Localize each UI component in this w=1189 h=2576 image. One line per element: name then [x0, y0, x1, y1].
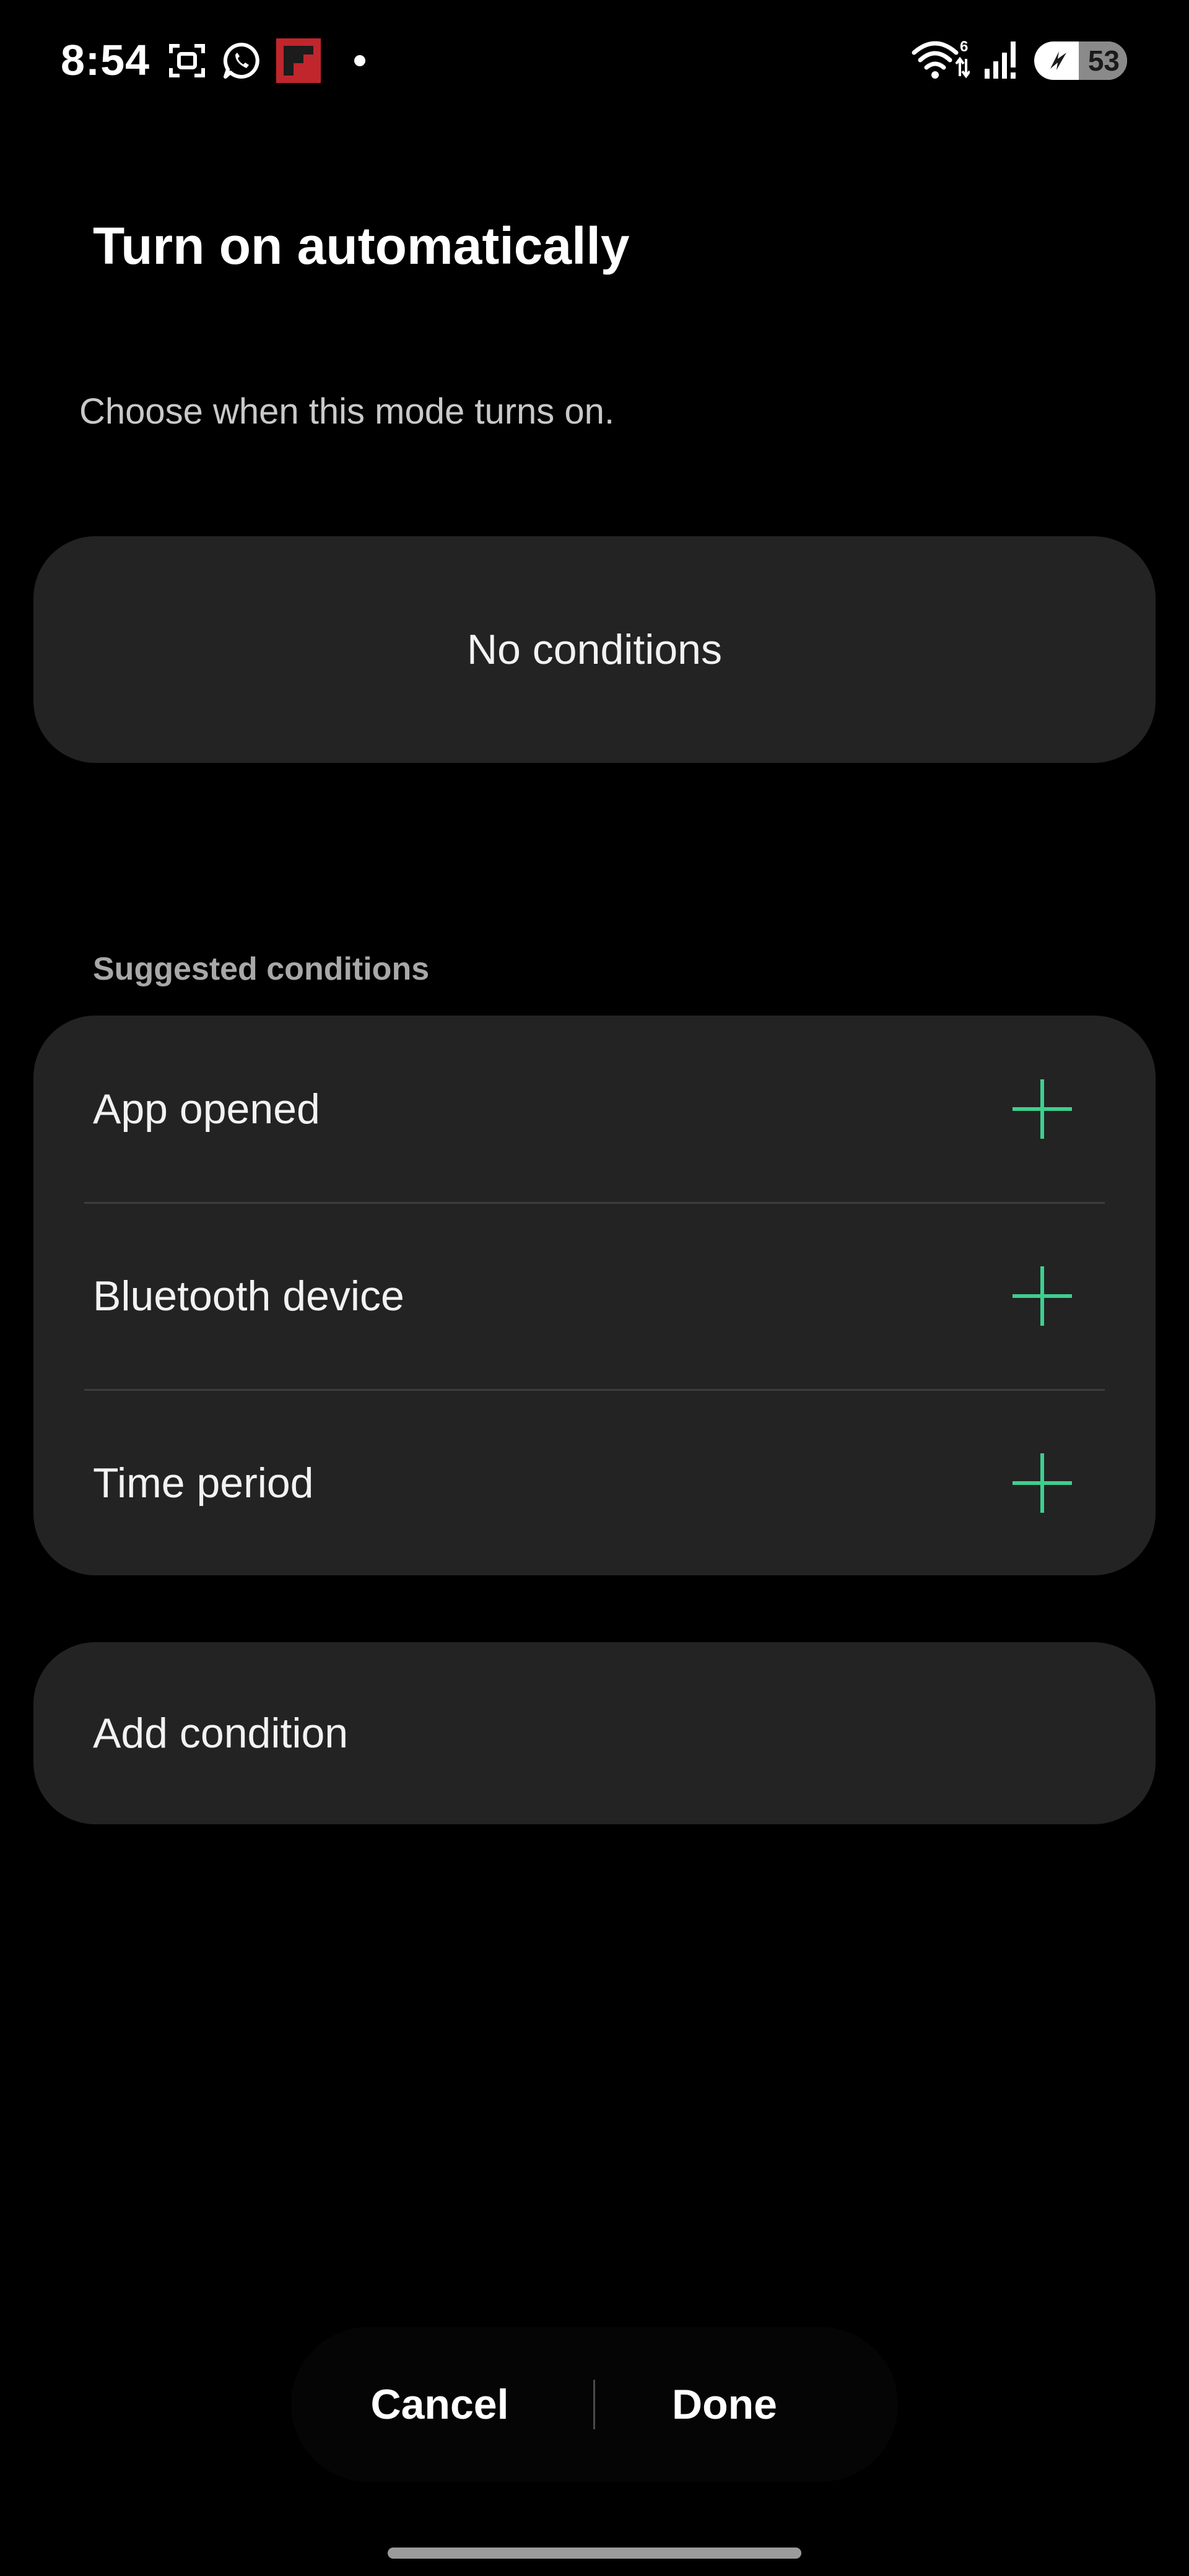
plus-icon[interactable]	[1011, 1078, 1073, 1143]
suggested-item-time-period[interactable]: Time period	[33, 1390, 1156, 1577]
page-subtitle: Choose when this mode turns on.	[79, 391, 615, 432]
plus-icon[interactable]	[1011, 1265, 1073, 1330]
add-condition-button[interactable]: Add condition	[33, 1642, 1156, 1824]
add-condition-label: Add condition	[93, 1710, 349, 1757]
suggested-item-app-opened[interactable]: App opened	[33, 1016, 1156, 1203]
suggested-item-bluetooth-device[interactable]: Bluetooth device	[33, 1203, 1156, 1390]
status-right-icons: 6 53	[910, 35, 1127, 87]
suggested-item-label: App opened	[93, 1086, 320, 1133]
status-left-icons	[167, 35, 365, 87]
wifi-badge: 6	[960, 38, 968, 55]
status-time: 8:54	[61, 36, 150, 84]
conditions-card: No conditions	[33, 536, 1156, 763]
screenshot-icon	[167, 41, 207, 80]
wifi-icon: 6	[910, 38, 971, 84]
bottom-action-bar: Cancel Done	[291, 2327, 898, 2482]
notification-dot	[354, 55, 365, 66]
status-bar: 8:54 6 53	[0, 0, 1189, 124]
cancel-button[interactable]: Cancel	[353, 2327, 526, 2482]
plus-icon[interactable]	[1011, 1452, 1073, 1517]
no-conditions-label: No conditions	[466, 626, 723, 673]
battery-icon: 53	[1034, 41, 1127, 80]
suggested-item-label: Time period	[93, 1460, 314, 1507]
suggested-item-label: Bluetooth device	[93, 1273, 404, 1320]
done-button[interactable]: Done	[638, 2327, 811, 2482]
home-indicator[interactable]	[388, 2548, 801, 2559]
signal-icon	[983, 39, 1021, 83]
suggested-conditions-card: App opened Bluetooth device Time period	[33, 1016, 1156, 1575]
battery-level: 53	[1087, 45, 1120, 77]
suggested-conditions-label: Suggested conditions	[93, 951, 430, 987]
charging-bolt-icon	[1050, 51, 1066, 70]
whatsapp-icon	[222, 41, 261, 80]
page-title: Turn on automatically	[93, 217, 630, 275]
bottom-bar-divider	[593, 2380, 595, 2429]
flipboard-icon	[276, 38, 321, 83]
